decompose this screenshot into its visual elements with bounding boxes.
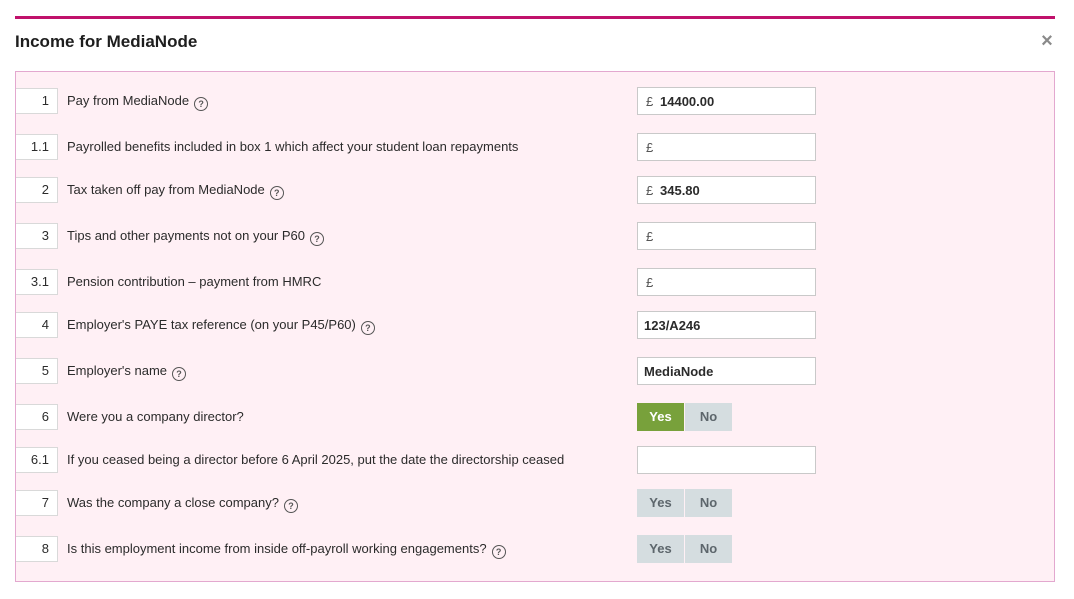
dialog-title: Income for MediaNode [15, 32, 198, 51]
box-number: 4 [16, 312, 58, 338]
form-row-6-1: 6.1 If you ceased being a director befor… [16, 445, 1054, 475]
box-number: 1 [16, 88, 58, 114]
pay-input[interactable] [660, 88, 810, 114]
box-number: 1.1 [16, 134, 58, 160]
field-label: Employer's PAYE tax reference (on your P… [67, 317, 375, 335]
field-label: Tips and other payments not on your P60? [67, 228, 324, 246]
yes-button[interactable]: Yes [637, 403, 684, 431]
tax-taken-field[interactable]: £ [637, 176, 816, 204]
help-icon[interactable]: ? [491, 545, 506, 559]
company-director-toggle: Yes No [637, 403, 732, 431]
box-number: 7 [16, 490, 58, 516]
help-icon[interactable]: ? [360, 321, 375, 335]
no-button[interactable]: No [685, 535, 732, 563]
paye-reference-field[interactable] [637, 311, 816, 339]
form-row-1: 1 Pay from MediaNode? £ [16, 86, 1054, 116]
yes-button[interactable]: Yes [637, 535, 684, 563]
close-icon[interactable]: × [1039, 30, 1055, 52]
form-row-4: 4 Employer's PAYE tax reference (on your… [16, 310, 1054, 340]
yes-button[interactable]: Yes [637, 489, 684, 517]
field-label: Pension contribution – payment from HMRC [67, 274, 322, 289]
field-label: If you ceased being a director before 6 … [67, 452, 565, 467]
no-button[interactable]: No [685, 403, 732, 431]
form-row-3: 3 Tips and other payments not on your P6… [16, 221, 1054, 251]
field-label: Tax taken off pay from MediaNode? [67, 182, 284, 200]
form-row-7: 7 Was the company a close company?? Yes … [16, 488, 1054, 518]
pension-contribution-field[interactable]: £ [637, 268, 816, 296]
currency-symbol: £ [646, 140, 654, 155]
form-row-3-1: 3.1 Pension contribution – payment from … [16, 267, 1054, 297]
field-label: Was the company a close company?? [67, 495, 298, 513]
income-form-panel: 1 Pay from MediaNode? £ 1.1 Payrolled be… [15, 71, 1055, 582]
tips-field[interactable]: £ [637, 222, 816, 250]
dialog-header: Income for MediaNode × [15, 19, 1055, 63]
close-company-toggle: Yes No [637, 489, 732, 517]
directorship-ceased-date-field[interactable] [637, 446, 816, 474]
currency-symbol: £ [646, 183, 654, 198]
field-label: Payrolled benefits included in box 1 whi… [67, 139, 519, 154]
employer-name-input[interactable] [644, 358, 809, 384]
form-row-2: 2 Tax taken off pay from MediaNode? £ [16, 175, 1054, 205]
directorship-ceased-date-input[interactable] [644, 447, 809, 473]
help-icon[interactable]: ? [283, 499, 298, 513]
pension-contribution-input[interactable] [660, 269, 810, 295]
payrolled-benefits-field[interactable]: £ [637, 133, 816, 161]
field-label: Were you a company director? [67, 409, 244, 424]
form-row-5: 5 Employer's name? [16, 356, 1054, 386]
employer-name-field[interactable] [637, 357, 816, 385]
field-label: Employer's name? [67, 363, 187, 381]
form-row-8: 8 Is this employment income from inside … [16, 534, 1054, 564]
currency-symbol: £ [646, 94, 654, 109]
box-number: 6.1 [16, 447, 58, 473]
field-label: Is this employment income from inside of… [67, 541, 506, 559]
pay-field[interactable]: £ [637, 87, 816, 115]
box-number: 5 [16, 358, 58, 384]
box-number: 2 [16, 177, 58, 203]
currency-symbol: £ [646, 229, 654, 244]
currency-symbol: £ [646, 275, 654, 290]
no-button[interactable]: No [685, 489, 732, 517]
help-icon[interactable]: ? [194, 97, 209, 111]
help-icon[interactable]: ? [172, 367, 187, 381]
help-icon[interactable]: ? [310, 232, 324, 246]
paye-reference-input[interactable] [644, 312, 809, 338]
form-row-1-1: 1.1 Payrolled benefits included in box 1… [16, 132, 1054, 162]
field-label: Pay from MediaNode? [67, 93, 209, 111]
help-icon[interactable]: ? [269, 186, 284, 200]
off-payroll-toggle: Yes No [637, 535, 732, 563]
tax-taken-input[interactable] [660, 177, 810, 203]
form-row-6: 6 Were you a company director? Yes No [16, 402, 1054, 432]
payrolled-benefits-input[interactable] [660, 134, 810, 160]
box-number: 3.1 [16, 269, 58, 295]
box-number: 8 [16, 536, 58, 562]
tips-input[interactable] [660, 223, 810, 249]
box-number: 3 [16, 223, 58, 249]
box-number: 6 [16, 404, 58, 430]
